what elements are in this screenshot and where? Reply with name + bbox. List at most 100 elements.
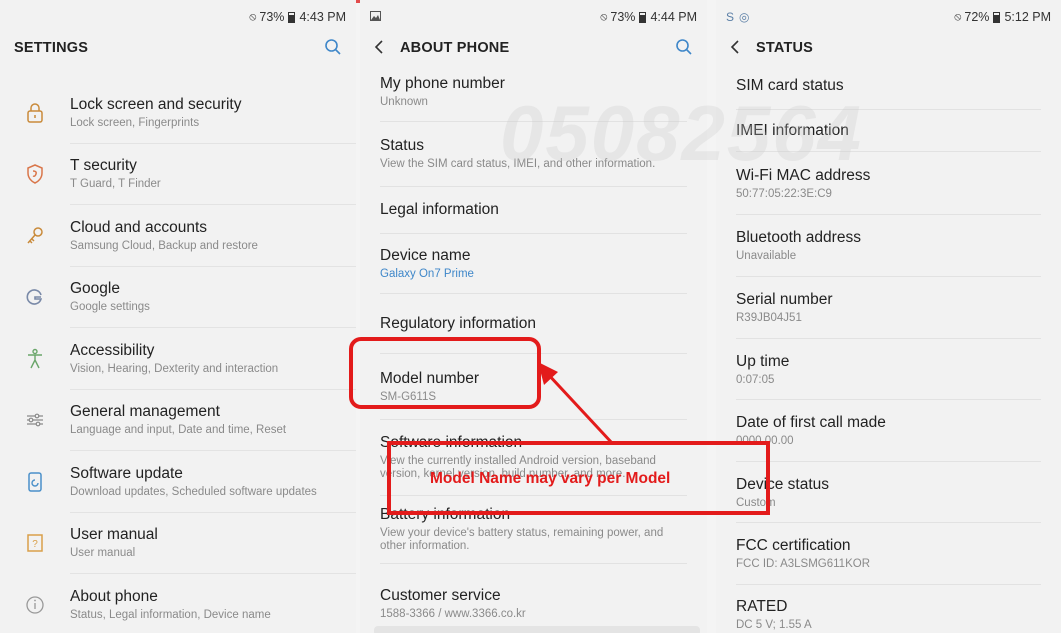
settings-list: Lock screen and security Lock screen, Fin… [0, 62, 356, 633]
status-item-bluetooth-address[interactable]: Bluetooth address Unavailable [736, 215, 1041, 277]
app-bar: SETTINGS [0, 34, 356, 62]
about-item-status[interactable]: Status View the SIM card status, IMEI, an… [380, 122, 687, 187]
search-icon[interactable] [675, 38, 693, 61]
item-desc: Unavailable [736, 250, 797, 262]
do-not-disturb-icon: ⦸ [600, 10, 608, 23]
svg-text:?: ? [32, 539, 38, 550]
item-title: General management [70, 403, 220, 421]
settings-item-accessibility[interactable]: Accessibility Vision, Hearing, Dexterity … [0, 328, 356, 390]
status-item-serial-number[interactable]: Serial number R39JB04J51 [736, 277, 1041, 339]
battery-icon [993, 11, 1001, 23]
model-number-highlight [349, 337, 541, 409]
about-item-my-phone-number[interactable]: My phone number Unknown [380, 62, 687, 122]
item-title: IMEI information [736, 121, 849, 139]
item-title: Device status [736, 475, 830, 493]
lock-icon [0, 102, 70, 124]
item-desc: User manual [70, 547, 136, 560]
google-icon [0, 286, 70, 308]
item-title: Up time [736, 352, 790, 370]
item-title: T security [70, 157, 137, 175]
item-desc: R39JB04J51 [736, 312, 802, 324]
item-desc: Unknown [380, 95, 428, 108]
battery-percent: 73% [259, 10, 285, 24]
item-title: Bluetooth address [736, 229, 861, 246]
back-arrow-icon[interactable] [374, 38, 384, 59]
settings-item-cloud-and-accounts[interactable]: Cloud and accounts Samsung Cloud, Backup … [0, 205, 356, 267]
settings-screen: ⦸ 73% 4:43 PM SETTINGS Lock screen and s… [0, 0, 356, 633]
clock: 4:43 PM [299, 10, 346, 24]
item-title: My phone number [380, 74, 505, 92]
back-arrow-icon[interactable] [730, 38, 740, 59]
samsung-pay-icon: S [726, 10, 735, 24]
settings-item-google[interactable]: Google Google settings [0, 267, 356, 328]
info-icon [0, 594, 70, 616]
settings-item-about-phone[interactable]: About phone Status, Legal information, De… [0, 574, 356, 633]
status-bar: S ◎ ⦸ 72% 5:12 PM [716, 0, 1061, 34]
settings-item-t-security[interactable]: T security T Guard, T Finder [0, 144, 356, 205]
status-item-up-time[interactable]: Up time 0:07:05 [736, 339, 1041, 400]
shield-icon [0, 163, 70, 185]
item-desc: Vision, Hearing, Dexterity and interacti… [70, 362, 279, 375]
item-desc: Google settings [70, 301, 150, 314]
item-title: Lock screen and security [70, 95, 242, 113]
item-title: Legal information [380, 201, 499, 218]
item-desc: Status, Legal information, Device name [70, 608, 271, 621]
status-item-sim-card-status[interactable]: SIM card status [736, 62, 1041, 110]
page-title: ABOUT PHONE [400, 40, 510, 56]
item-title: Serial number [736, 291, 833, 308]
page-title: STATUS [756, 40, 814, 56]
item-desc: FCC ID: A3LSMG611KOR [736, 558, 870, 570]
item-title: About phone [70, 587, 158, 605]
image-notification-icon [370, 10, 381, 24]
about-item-customer-service[interactable]: Customer service 1588-3366 / www.3366.co.… [380, 564, 687, 633]
item-title: Google [70, 280, 120, 298]
item-title: Date of first call made [736, 414, 886, 431]
battery-icon [288, 11, 296, 23]
manual-icon: ? [0, 532, 70, 554]
item-title: SIM card status [736, 76, 844, 94]
item-desc: 50:77:05:22:3E:C9 [736, 187, 832, 200]
callout-text: Model Name may vary per Model [430, 470, 671, 487]
item-desc: Language and input, Date and time, Reset [70, 424, 287, 437]
about-item-device-name[interactable]: Device name Galaxy On7 Prime [380, 234, 687, 294]
about-phone-screen: ⦸ 73% 4:44 PM ABOUT PHONE My phone numbe… [360, 0, 707, 633]
scroll-more-bar [374, 626, 700, 633]
status-item-device-status[interactable]: Device status Custom [736, 462, 1041, 523]
accessibility-icon [0, 348, 70, 370]
settings-item-lock-screen-and-security[interactable]: Lock screen and security Lock screen, Fin… [0, 82, 356, 144]
status-item-wi-fi-mac-address[interactable]: Wi-Fi MAC address 50:77:05:22:3E:C9 [736, 152, 1041, 215]
item-title: Status [380, 137, 424, 154]
item-desc: Lock screen, Fingerprints [70, 116, 200, 129]
clock: 4:44 PM [650, 10, 697, 24]
about-item-legal-information[interactable]: Legal information [380, 187, 687, 234]
item-title: Software update [70, 464, 183, 482]
battery-icon [639, 11, 647, 23]
search-icon[interactable] [324, 38, 342, 61]
item-title: Customer service [380, 586, 501, 604]
do-not-disturb-icon: ⦸ [249, 10, 257, 23]
status-bar: ⦸ 73% 4:43 PM [0, 0, 356, 34]
do-not-disturb-icon: ⦸ [954, 10, 962, 23]
status-item-rated[interactable]: RATED DC 5 V; 1.55 A [736, 585, 1041, 633]
item-desc: Galaxy On7 Prime [380, 267, 474, 280]
item-title: Regulatory information [380, 314, 536, 332]
settings-item-software-update[interactable]: Software update Download updates, Schedul… [0, 451, 356, 513]
item-desc: View the SIM card status, IMEI, and othe… [380, 158, 656, 170]
item-title: Cloud and accounts [70, 218, 208, 236]
status-item-imei-information[interactable]: IMEI information [736, 110, 1041, 152]
settings-item-general-management[interactable]: General management Language and input, Da… [0, 390, 356, 451]
page-title: SETTINGS [14, 40, 89, 56]
item-title: FCC certification [736, 537, 851, 554]
update-icon [0, 471, 70, 493]
key-icon [0, 225, 70, 247]
item-desc: T Guard, T Finder [70, 178, 161, 191]
status-item-date-of-first-call-made[interactable]: Date of first call made 0000.00.00 [736, 400, 1041, 462]
location-icon: ◎ [739, 10, 750, 24]
item-desc: 0:07:05 [736, 373, 775, 386]
sliders-icon [0, 409, 70, 431]
item-title: Device name [380, 246, 471, 264]
item-desc: Custom [736, 496, 776, 509]
settings-item-user-manual[interactable]: ? User manual User manual [0, 513, 356, 574]
status-item-fcc-certification[interactable]: FCC certification FCC ID: A3LSMG611KOR [736, 523, 1041, 585]
item-title: User manual [70, 526, 158, 544]
